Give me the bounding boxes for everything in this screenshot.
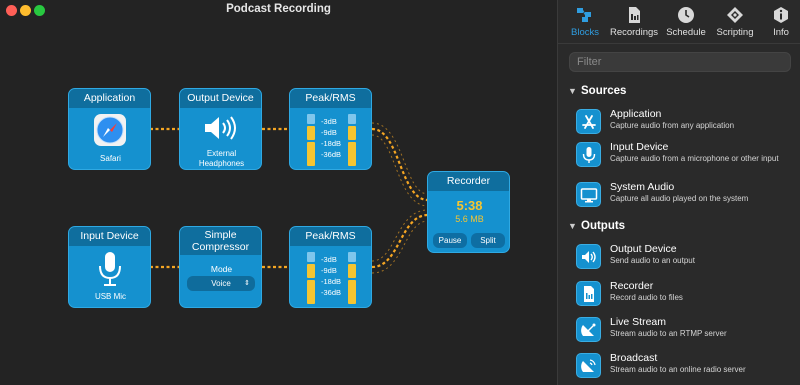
monitor-icon (580, 188, 598, 203)
item-description: Stream audio to an online radio server (610, 365, 746, 374)
item-name: Live Stream (610, 316, 667, 328)
tab-schedule[interactable]: Schedule (664, 6, 708, 38)
recording-size: 5.6 MB (455, 214, 484, 224)
level-meter-left (307, 114, 315, 166)
block-title: Recorder (428, 172, 509, 191)
peak-rms-block-2[interactable]: Peak/RMS -3dB -9dB -18dB -36dB (289, 226, 372, 308)
item-description: Capture all audio played on the system (610, 194, 749, 203)
mode-select[interactable]: Voice ⇕ (187, 276, 255, 291)
mode-label: Mode (210, 264, 233, 274)
source-item-system-audio[interactable]: System Audio Capture all audio played on… (576, 181, 791, 211)
clock-icon (678, 7, 694, 23)
info-icon (774, 7, 788, 23)
block-title: Application (69, 89, 150, 108)
source-item-application[interactable]: Application Capture audio from any appli… (576, 108, 791, 138)
level-scale: -3dB -9dB -18dB -36dB (321, 117, 342, 159)
block-title: Peak/RMS (290, 89, 371, 108)
item-name: Recorder (610, 280, 654, 292)
recordings-icon (629, 7, 640, 23)
tab-info[interactable]: Info (766, 6, 796, 38)
tab-scripting[interactable]: Scripting (712, 6, 758, 38)
split-button[interactable]: Split (471, 233, 505, 248)
item-description: Stream audio to an RTMP server (610, 329, 727, 338)
item-name: Input Device (610, 141, 669, 153)
item-name: Output Device (610, 243, 677, 255)
tab-label: Blocks (571, 27, 599, 38)
app-store-icon (582, 115, 596, 129)
outputs-section-header[interactable]: ▼ Outputs (568, 220, 625, 232)
tab-label: Recordings (609, 27, 659, 38)
item-description: Capture audio from any application (610, 121, 735, 130)
source-item-input-device[interactable]: Input Device Capture audio from a microp… (576, 141, 791, 171)
item-name: Application (610, 108, 662, 120)
filter-input[interactable]: Filter (569, 52, 791, 72)
item-name: System Audio (610, 181, 675, 193)
peak-rms-block[interactable]: Peak/RMS -3dB -9dB -18dB -36dB (289, 88, 372, 170)
sidebar-toolbar: Blocks Recordings Schedule Scripting Inf… (558, 0, 800, 44)
application-block[interactable]: Application Safari (68, 88, 151, 170)
microphone-icon (99, 252, 121, 286)
block-subtitle: External Headphones (198, 149, 245, 168)
item-name: Broadcast (610, 352, 658, 364)
input-device-block[interactable]: Input Device USB Mic (68, 226, 151, 308)
sources-section-header[interactable]: ▼ Sources (568, 85, 626, 97)
chevron-down-icon: ▼ (568, 221, 577, 231)
pause-button[interactable]: Pause (433, 233, 467, 248)
speaker-icon (205, 116, 236, 140)
output-item-output-device[interactable]: Output Device Send audio to an output (576, 243, 791, 273)
recorder-block[interactable]: Recorder 5:38 5.6 MB Pause Split (427, 171, 510, 253)
wire-peak-to-recorder (371, 127, 429, 202)
tab-label: Scripting (716, 27, 754, 38)
simple-compressor-block[interactable]: Simple Compressor Mode Voice ⇕ (179, 226, 262, 308)
block-canvas[interactable]: Podcast Recording Application Safari Out… (0, 0, 557, 385)
blocks-icon (577, 8, 591, 22)
broadcast-icon (581, 359, 596, 372)
satellite-icon (581, 323, 596, 336)
library-sidebar: Blocks Recordings Schedule Scripting Inf… (557, 0, 800, 385)
safari-compass-icon (94, 114, 126, 146)
microphone-icon (582, 147, 596, 163)
block-title: Peak/RMS (290, 227, 371, 246)
wire-peak2-to-recorder (371, 213, 429, 269)
item-description: Send audio to an output (610, 256, 695, 265)
tab-label: Schedule (666, 27, 706, 38)
scripting-icon (727, 7, 743, 23)
level-scale: -3dB -9dB -18dB -36dB (321, 255, 342, 297)
block-title: Simple Compressor (180, 227, 261, 255)
level-meter-right (348, 252, 356, 304)
chevron-down-icon: ▼ (568, 86, 577, 96)
level-meter-right (348, 114, 356, 166)
document-icon (584, 286, 594, 302)
block-subtitle: USB Mic (94, 292, 127, 301)
tab-blocks[interactable]: Blocks (566, 6, 604, 38)
item-description: Capture audio from a microphone or other… (610, 154, 779, 163)
mode-value: Voice (211, 279, 231, 288)
tab-label: Info (773, 27, 789, 38)
level-meter-left (307, 252, 315, 304)
output-item-recorder[interactable]: Recorder Record audio to files (576, 280, 791, 310)
output-item-broadcast[interactable]: Broadcast Stream audio to an online radi… (576, 352, 791, 382)
block-subtitle: Safari (100, 154, 121, 163)
output-device-block[interactable]: Output Device External Headphones (179, 88, 262, 170)
chevron-updown-icon: ⇕ (244, 280, 250, 287)
output-item-live-stream[interactable]: Live Stream Stream audio to an RTMP serv… (576, 316, 791, 346)
block-title: Output Device (180, 89, 261, 108)
speaker-icon (582, 251, 596, 263)
item-description: Record audio to files (610, 293, 683, 302)
recording-time: 5:38 (456, 198, 483, 213)
tab-recordings[interactable]: Recordings (608, 6, 660, 38)
block-title: Input Device (69, 227, 150, 246)
